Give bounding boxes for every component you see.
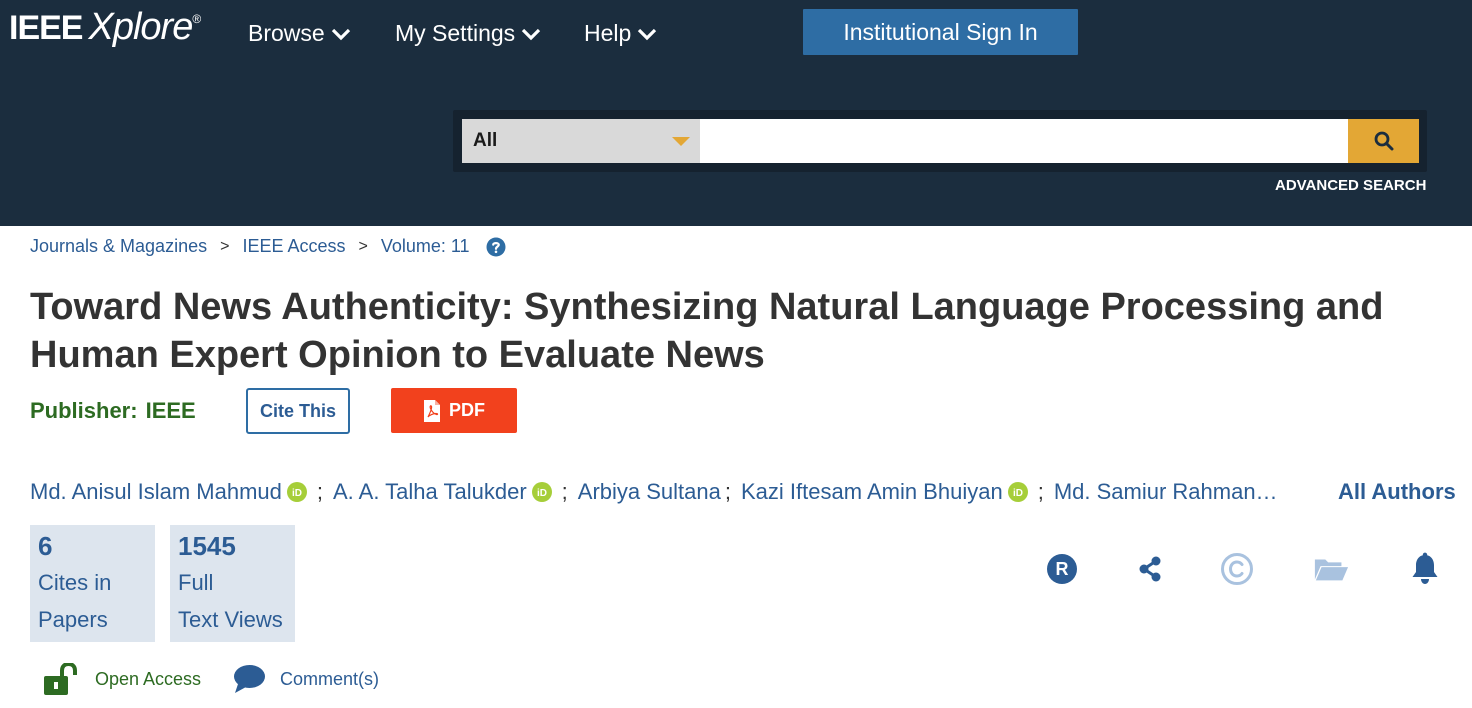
copyright-icon bbox=[1221, 553, 1253, 585]
bell-icon bbox=[1412, 552, 1438, 584]
publisher-label: Publisher: bbox=[30, 398, 138, 423]
nav-help-label: Help bbox=[584, 20, 632, 46]
rights-permissions-button[interactable]: R bbox=[1044, 551, 1080, 587]
author-separator: ; bbox=[561, 479, 568, 504]
orcid-icon[interactable]: iD bbox=[286, 482, 307, 502]
alerts-button[interactable] bbox=[1407, 551, 1443, 587]
author-name: Md. Samiur Rahman… bbox=[1053, 479, 1278, 504]
rights-r-icon: R bbox=[1047, 554, 1077, 584]
metric-label-line1: Full bbox=[178, 570, 214, 595]
registered-mark: ® bbox=[192, 12, 202, 26]
svg-text:R: R bbox=[1056, 559, 1069, 579]
advanced-search-link[interactable]: ADVANCED SEARCH bbox=[1275, 177, 1426, 194]
cite-this-button[interactable]: Cite This bbox=[246, 388, 350, 434]
comments-link[interactable]: Comment(s) bbox=[233, 664, 379, 694]
nav-my-settings-label: My Settings bbox=[395, 20, 516, 46]
breadcrumb-volume[interactable]: Volume: 11 bbox=[381, 236, 470, 257]
author-separator: ; bbox=[316, 479, 323, 504]
pdf-file-icon bbox=[424, 399, 440, 422]
search-scope-select[interactable]: All bbox=[462, 119, 700, 163]
folder-icon bbox=[1314, 559, 1349, 581]
metric-label-line1: Cites in bbox=[38, 570, 112, 595]
breadcrumb: Journals & Magazines > IEEE Access > Vol… bbox=[30, 236, 506, 257]
ieee-xplore-logo[interactable]: IEEE Xplore® bbox=[9, 6, 201, 49]
article-title: Toward News Authenticity: Synthesizing N… bbox=[30, 286, 1384, 376]
chevron-down-icon bbox=[331, 28, 350, 40]
nav-help[interactable]: Help bbox=[584, 20, 657, 47]
author-link[interactable]: A. A. Talha Talukder iD bbox=[333, 479, 552, 505]
author-link[interactable]: Arbiya Sultana bbox=[578, 479, 721, 505]
metric-cites-in-papers[interactable]: 6 Cites in Papers bbox=[30, 525, 155, 642]
question-circle-icon[interactable] bbox=[486, 237, 506, 257]
breadcrumb-separator: > bbox=[220, 237, 230, 255]
chevron-down-icon bbox=[522, 28, 541, 40]
author-name: Arbiya Sultana bbox=[577, 479, 721, 504]
metric-label-line2: Papers bbox=[38, 607, 108, 632]
logo-xplore-text: Xplore bbox=[88, 6, 193, 48]
metric-value: 6 bbox=[38, 531, 53, 561]
breadcrumb-journals-magazines[interactable]: Journals & Magazines bbox=[30, 236, 207, 257]
orcid-icon[interactable]: iD bbox=[531, 482, 552, 502]
author-separator: ; bbox=[724, 479, 731, 504]
nav-browse-label: Browse bbox=[248, 20, 325, 46]
orcid-icon[interactable]: iD bbox=[1007, 482, 1028, 502]
svg-text:iD: iD bbox=[1013, 488, 1023, 499]
nav-my-settings[interactable]: My Settings bbox=[395, 20, 541, 47]
svg-text:iD: iD bbox=[537, 488, 547, 499]
publisher: Publisher: IEEE bbox=[30, 398, 196, 424]
search-button[interactable] bbox=[1348, 119, 1419, 163]
pdf-button[interactable]: PDF bbox=[391, 388, 517, 433]
open-access-indicator: Open Access bbox=[43, 663, 201, 696]
author-link[interactable]: Md. Anisul Islam Mahmud iD bbox=[30, 479, 307, 505]
search-input[interactable] bbox=[700, 119, 1348, 163]
breadcrumb-ieee-access[interactable]: IEEE Access bbox=[242, 236, 345, 257]
comments-label: Comment(s) bbox=[280, 668, 380, 689]
share-button[interactable] bbox=[1132, 551, 1168, 587]
breadcrumb-separator: > bbox=[358, 237, 368, 255]
search-bar: All bbox=[453, 110, 1427, 172]
author-name: Md. Anisul Islam Mahmud bbox=[30, 479, 282, 504]
pdf-label: PDF bbox=[449, 400, 485, 420]
caret-down-icon bbox=[672, 137, 690, 146]
author-name: A. A. Talha Talukder bbox=[333, 479, 527, 504]
site-header: IEEE Xplore® Browse My Settings Help Inst… bbox=[0, 0, 1472, 226]
author-link[interactable]: Md. Samiur Rahman… bbox=[1054, 479, 1278, 505]
search-scope-value: All bbox=[473, 130, 498, 151]
share-icon bbox=[1139, 556, 1161, 582]
save-to-folder-button[interactable] bbox=[1313, 551, 1349, 587]
author-list: Md. Anisul Islam Mahmud iD ; A. A. Talha … bbox=[30, 478, 1278, 506]
chevron-down-icon bbox=[638, 28, 657, 40]
nav-browse[interactable]: Browse bbox=[248, 20, 351, 47]
institutional-sign-in-button[interactable]: Institutional Sign In bbox=[803, 9, 1078, 55]
metric-full-text-views[interactable]: 1545 Full Text Views bbox=[170, 525, 295, 642]
publisher-name: IEEE bbox=[145, 398, 196, 423]
open-access-label: Open Access bbox=[95, 669, 202, 689]
search-icon bbox=[1374, 131, 1393, 151]
author-separator: ; bbox=[1037, 479, 1044, 504]
unlocked-padlock-icon bbox=[44, 663, 77, 695]
svg-text:iD: iD bbox=[292, 488, 302, 499]
metric-value: 1545 bbox=[178, 531, 236, 561]
author-link[interactable]: Kazi Iftesam Amin Bhuiyan iD bbox=[741, 479, 1028, 505]
logo-ieee-text: IEEE bbox=[9, 9, 83, 47]
comment-bubble-icon bbox=[234, 665, 265, 693]
metric-label-line2: Text Views bbox=[178, 607, 283, 632]
author-name: Kazi Iftesam Amin Bhuiyan bbox=[741, 479, 1003, 504]
copyright-button[interactable] bbox=[1219, 551, 1255, 587]
all-authors-link[interactable]: All Authors bbox=[1338, 479, 1456, 505]
